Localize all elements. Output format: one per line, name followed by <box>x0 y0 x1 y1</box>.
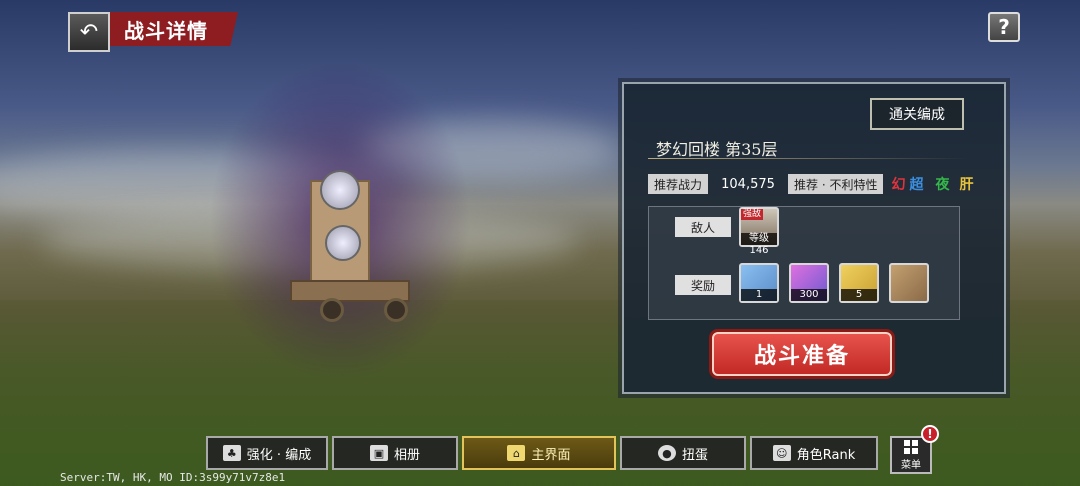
nav-character-rank[interactable]: ☺ 角色Rank <box>750 436 878 470</box>
trait-icon: 超 <box>909 177 924 193</box>
clear-team-button[interactable]: 通关编成 <box>870 98 964 130</box>
divider <box>648 158 968 159</box>
enemy-portrait[interactable]: 强敌 等级146 <box>739 207 779 256</box>
treasure-chest-icon[interactable] <box>889 263 929 303</box>
alert-badge: ! <box>921 425 939 443</box>
gacha-icon: ● <box>657 445 676 461</box>
home-icon: ⌂ <box>507 445 526 461</box>
character-icon: ☺ <box>772 445 791 461</box>
server-info: Server:TW, HK, MO ID:3s99y71v7z8e1 <box>60 471 286 484</box>
nav-enhance-team[interactable]: ♣ 强化 · 编成 <box>206 436 328 470</box>
reward-label: 奖励 <box>675 275 731 295</box>
stage-name: 梦幻回楼 第35层 <box>656 140 778 159</box>
trait-icon: 幻 <box>891 177 906 193</box>
battle-prepare-label: 战斗准备 <box>753 343 850 369</box>
help-button[interactable]: ? <box>988 12 1020 42</box>
nav-label: 角色Rank <box>796 447 856 463</box>
enemy-siege-cart <box>280 170 420 350</box>
nav-label: 扭蛋 <box>681 447 708 463</box>
nav-label: 强化 · 编成 <box>246 447 312 463</box>
recommended-power-row: 推荐战力 104,575 推荐 · 不利特性 幻 超 夜 肝 <box>648 172 988 196</box>
back-arrow-icon: ↶ <box>79 19 99 45</box>
reward-count: 300 <box>791 289 827 301</box>
disadvantage-trait-label: 推荐 · 不利特性 <box>788 174 884 194</box>
team-icon: ♣ <box>222 445 241 461</box>
reward-count: 1 <box>741 289 777 301</box>
recommended-power-label: 推荐战力 <box>648 174 709 194</box>
trait-icon: 肝 <box>959 177 974 193</box>
gold-star-icon[interactable]: 5 <box>839 263 879 303</box>
enemy-reward-box: 敌人 强敌 等级146 奖励 1 300 5 <box>648 206 960 320</box>
cart-wheel <box>384 298 408 322</box>
page-title: 战斗详情 <box>124 18 208 43</box>
cart-wheel <box>320 298 344 322</box>
page-title-banner: 战斗详情 <box>110 12 238 46</box>
back-button[interactable]: ↶ <box>68 12 110 52</box>
battle-prepare-button[interactable]: 战斗准备 <box>712 332 892 376</box>
nav-label: 主界面 <box>531 447 571 463</box>
help-icon: ? <box>998 15 1010 39</box>
reward-count: 5 <box>841 289 877 301</box>
strong-enemy-badge: 强敌 <box>741 209 764 220</box>
battle-detail-panel: 通关编成 梦幻回楼 第35层 推荐战力 104,575 推荐 · 不利特性 幻 … <box>622 82 1006 394</box>
cart-disc <box>320 170 360 210</box>
clear-team-label: 通关编成 <box>889 107 945 123</box>
trait-icon: 夜 <box>935 177 950 193</box>
enemy-label: 敌人 <box>675 217 731 237</box>
crystal-shards-icon[interactable]: 1 <box>739 263 779 303</box>
album-icon: ▣ <box>369 445 388 461</box>
nav-label: 相册 <box>393 447 420 463</box>
gem-pile-icon[interactable]: 300 <box>789 263 829 303</box>
menu-label: 菜单 <box>901 459 921 471</box>
nav-main[interactable]: ⌂ 主界面 <box>462 436 616 470</box>
recommended-power-value: 104,575 <box>721 176 775 192</box>
nav-album[interactable]: ▣ 相册 <box>332 436 458 470</box>
enemy-level: 等级146 <box>741 233 777 256</box>
cart-disc <box>325 225 361 261</box>
nav-gacha[interactable]: ● 扭蛋 <box>620 436 746 470</box>
menu-grid-icon <box>904 439 918 454</box>
